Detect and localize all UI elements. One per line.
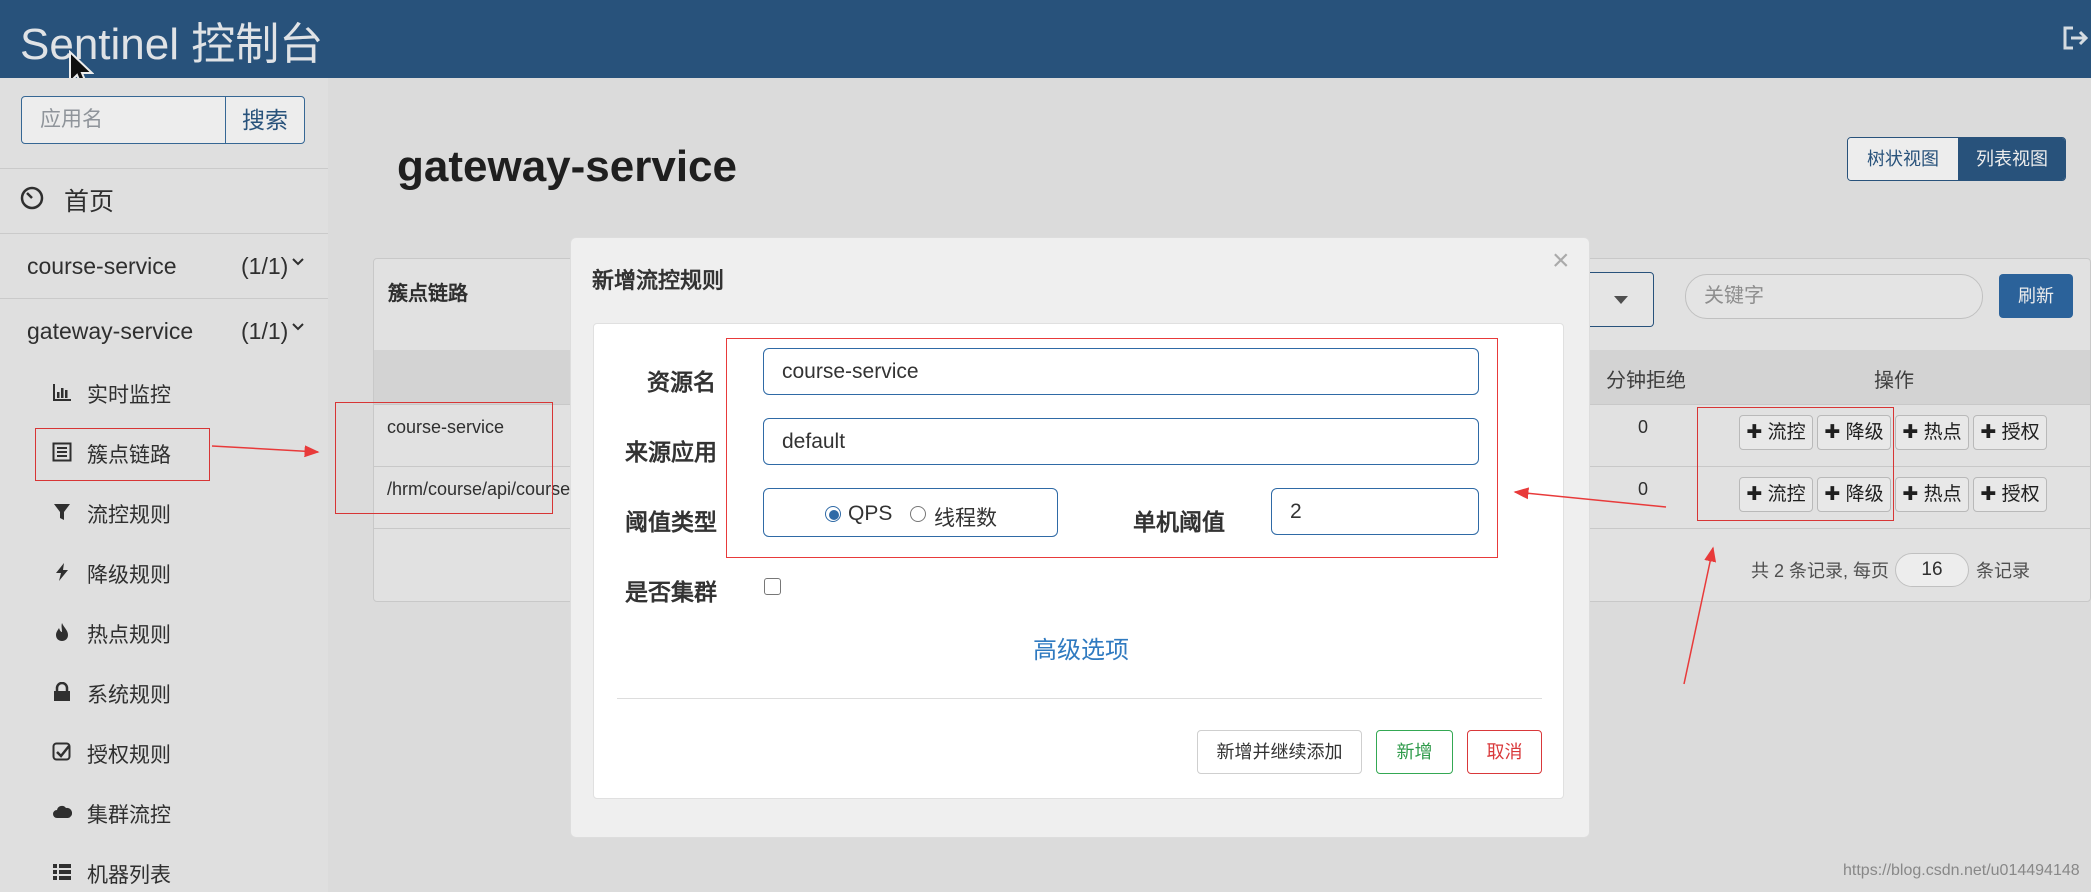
resource-name-label: 资源名 [647,369,716,395]
add-and-continue-button[interactable]: 新增并继续添加 [1197,730,1362,774]
threshold-type-label: 阈值类型 [625,509,717,535]
dialog-title: 新增流控规则 [592,268,725,293]
annotation-highlight-box [726,338,1498,558]
cluster-mode-checkbox[interactable] [764,578,781,595]
advanced-options-link[interactable]: 高级选项 [1033,630,1129,665]
origin-app-label: 来源应用 [625,439,717,465]
add-button[interactable]: 新增 [1376,730,1453,774]
watermark: https://blog.csdn.net/u014494148 [1843,862,2080,879]
cancel-button[interactable]: 取消 [1467,730,1542,774]
dialog-divider [617,698,1542,699]
close-icon[interactable]: × [1552,244,1570,278]
cluster-mode-label: 是否集群 [625,579,717,605]
